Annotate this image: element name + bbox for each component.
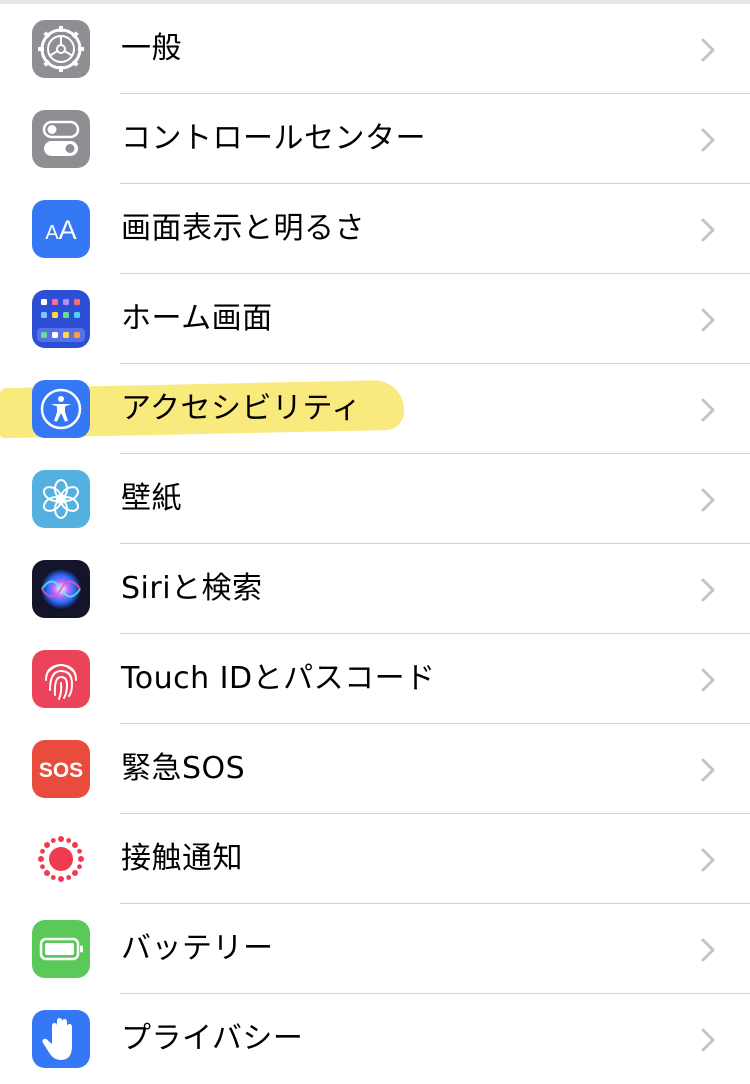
toggles-icon — [32, 110, 90, 168]
home-screen-grid-icon — [32, 290, 90, 348]
settings-row-accessibility[interactable]: アクセシビリティ — [0, 364, 750, 454]
settings-row-label: プライバシー — [121, 1021, 304, 1056]
exposure-notification-icon — [32, 830, 90, 888]
settings-row-touch-id-passcode[interactable]: Touch IDとパスコード — [0, 634, 750, 724]
settings-row-label: コントロールセンター — [121, 121, 426, 156]
svg-text:SOS: SOS — [39, 759, 83, 782]
fingerprint-icon — [32, 650, 90, 708]
chevron-right-icon — [701, 488, 715, 512]
battery-icon — [32, 920, 90, 978]
settings-row-label: 接触通知 — [121, 841, 243, 876]
chevron-right-icon — [701, 578, 715, 602]
settings-row-label: バッテリー — [121, 931, 274, 966]
settings-row-home-screen[interactable]: ホーム画面 — [0, 274, 750, 364]
settings-row-battery[interactable]: バッテリー — [0, 904, 750, 994]
chevron-right-icon — [701, 758, 715, 782]
settings-row-label: 一般 — [121, 31, 182, 66]
chevron-right-icon — [701, 938, 715, 962]
chevron-right-icon — [701, 668, 715, 692]
settings-row-emergency-sos[interactable]: SOS 緊急SOS — [0, 724, 750, 814]
settings-row-display-brightness[interactable]: AA 画面表示と明るさ — [0, 184, 750, 274]
chevron-right-icon — [701, 308, 715, 332]
settings-row-label: Touch IDとパスコード — [121, 661, 436, 696]
chevron-right-icon — [701, 1028, 715, 1052]
settings-row-label: 壁紙 — [121, 481, 182, 516]
chevron-right-icon — [701, 38, 715, 62]
sos-icon: SOS — [32, 740, 90, 798]
chevron-right-icon — [701, 398, 715, 422]
hand-icon — [32, 1010, 90, 1068]
siri-icon — [32, 560, 90, 618]
settings-row-exposure-notification[interactable]: 接触通知 — [0, 814, 750, 904]
text-size-icon: AA — [32, 200, 90, 258]
settings-row-wallpaper[interactable]: 壁紙 — [0, 454, 750, 544]
settings-row-general[interactable]: 一般 — [0, 4, 750, 94]
accessibility-icon — [32, 380, 90, 438]
settings-row-label: ホーム画面 — [121, 301, 273, 336]
settings-row-label: 画面表示と明るさ — [121, 211, 365, 246]
settings-list: 一般 コントロールセンター AA 画面表示と明るさ ホーム画面 アクセシビリティ… — [0, 4, 750, 1084]
settings-row-label: 緊急SOS — [121, 751, 246, 786]
chevron-right-icon — [701, 218, 715, 242]
chevron-right-icon — [701, 848, 715, 872]
gear-icon — [32, 20, 90, 78]
settings-row-control-center[interactable]: コントロールセンター — [0, 94, 750, 184]
settings-row-siri-search[interactable]: Siriと検索 — [0, 544, 750, 634]
settings-row-privacy[interactable]: プライバシー — [0, 994, 750, 1084]
settings-row-label: アクセシビリティ — [121, 391, 362, 426]
settings-row-label: Siriと検索 — [121, 571, 263, 606]
chevron-right-icon — [701, 128, 715, 152]
flower-icon — [32, 470, 90, 528]
